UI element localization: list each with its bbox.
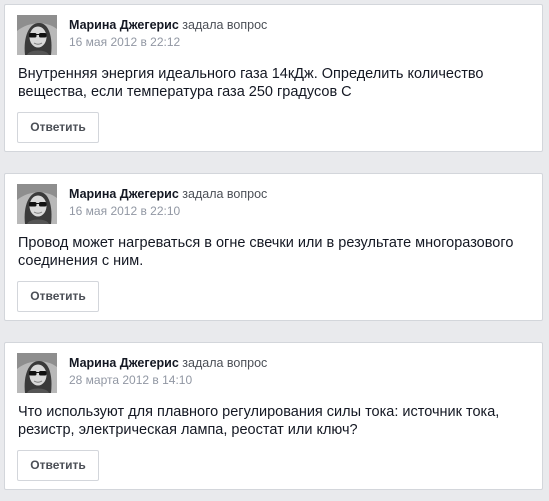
question-card: Марина Джегерис задала вопрос 28 марта 2… [4, 342, 543, 490]
author-name-link[interactable]: Марина Джегерис [69, 187, 179, 201]
avatar[interactable] [17, 15, 57, 55]
author-name-link[interactable]: Марина Джегерис [69, 18, 179, 32]
answer-button[interactable]: Ответить [17, 112, 99, 143]
post-header: Марина Джегерис задала вопрос [69, 356, 267, 370]
post-action-text: задала вопрос [182, 356, 268, 370]
avatar[interactable] [17, 184, 57, 224]
question-text: Что используют для плавного регулировани… [18, 404, 500, 438]
avatar-photo-icon [17, 184, 57, 224]
post-timestamp-link[interactable]: 16 мая 2012 в 22:10 [69, 204, 180, 218]
post-header: Марина Джегерис задала вопрос [69, 187, 267, 201]
author-name-link[interactable]: Марина Джегерис [69, 356, 179, 370]
avatar[interactable] [17, 353, 57, 393]
post-action-text: задала вопрос [182, 187, 268, 201]
answer-button[interactable]: Ответить [17, 450, 99, 481]
answer-button[interactable]: Ответить [17, 281, 99, 312]
question-card: Марина Джегерис задала вопрос 16 мая 201… [4, 173, 543, 321]
question-text: Провод может нагреваться в огне свечки и… [18, 235, 514, 269]
post-action-text: задала вопрос [182, 18, 268, 32]
post-timestamp-link[interactable]: 16 мая 2012 в 22:12 [69, 35, 180, 49]
question-text: Внутренняя энергия идеального газа 14кДж… [18, 66, 484, 100]
post-timestamp-link[interactable]: 28 марта 2012 в 14:10 [69, 373, 192, 387]
post-header: Марина Джегерис задала вопрос [69, 18, 267, 32]
question-card: Марина Джегерис задала вопрос 16 мая 201… [4, 4, 543, 152]
avatar-photo-icon [17, 353, 57, 393]
avatar-photo-icon [17, 15, 57, 55]
